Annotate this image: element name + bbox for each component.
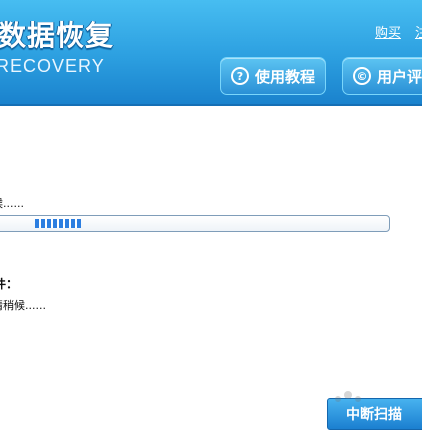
tutorial-button-label: 使用教程 bbox=[254, 67, 315, 86]
app-window: 数据恢复 RECOVERY 购买 注 ? 使用教程 © 用户评 候...... … bbox=[0, 0, 422, 440]
register-link[interactable]: 注 bbox=[415, 22, 422, 41]
tutorial-button[interactable]: ? 使用教程 bbox=[220, 57, 326, 95]
current-file-label: 件： bbox=[0, 277, 19, 291]
current-file-status: 请稍候...... bbox=[0, 299, 46, 312]
review-button-label: 用户评 bbox=[377, 67, 422, 86]
review-icon: © bbox=[353, 67, 371, 85]
top-links: 购买 注 bbox=[375, 22, 422, 41]
help-icon: ? bbox=[231, 67, 249, 85]
stop-scan-button[interactable]: 中断扫描 bbox=[327, 398, 422, 430]
user-review-button[interactable]: © 用户评 bbox=[342, 57, 422, 95]
header-banner: 数据恢复 RECOVERY 购买 注 ? 使用教程 © 用户评 bbox=[0, 0, 422, 106]
scan-progress-bar bbox=[0, 215, 390, 232]
buy-link[interactable]: 购买 bbox=[375, 22, 401, 41]
app-title: 数据恢复 bbox=[0, 19, 115, 52]
scan-status-text: 候...... bbox=[0, 197, 24, 210]
app-subtitle: RECOVERY bbox=[0, 56, 105, 76]
progress-indicator bbox=[35, 219, 81, 228]
